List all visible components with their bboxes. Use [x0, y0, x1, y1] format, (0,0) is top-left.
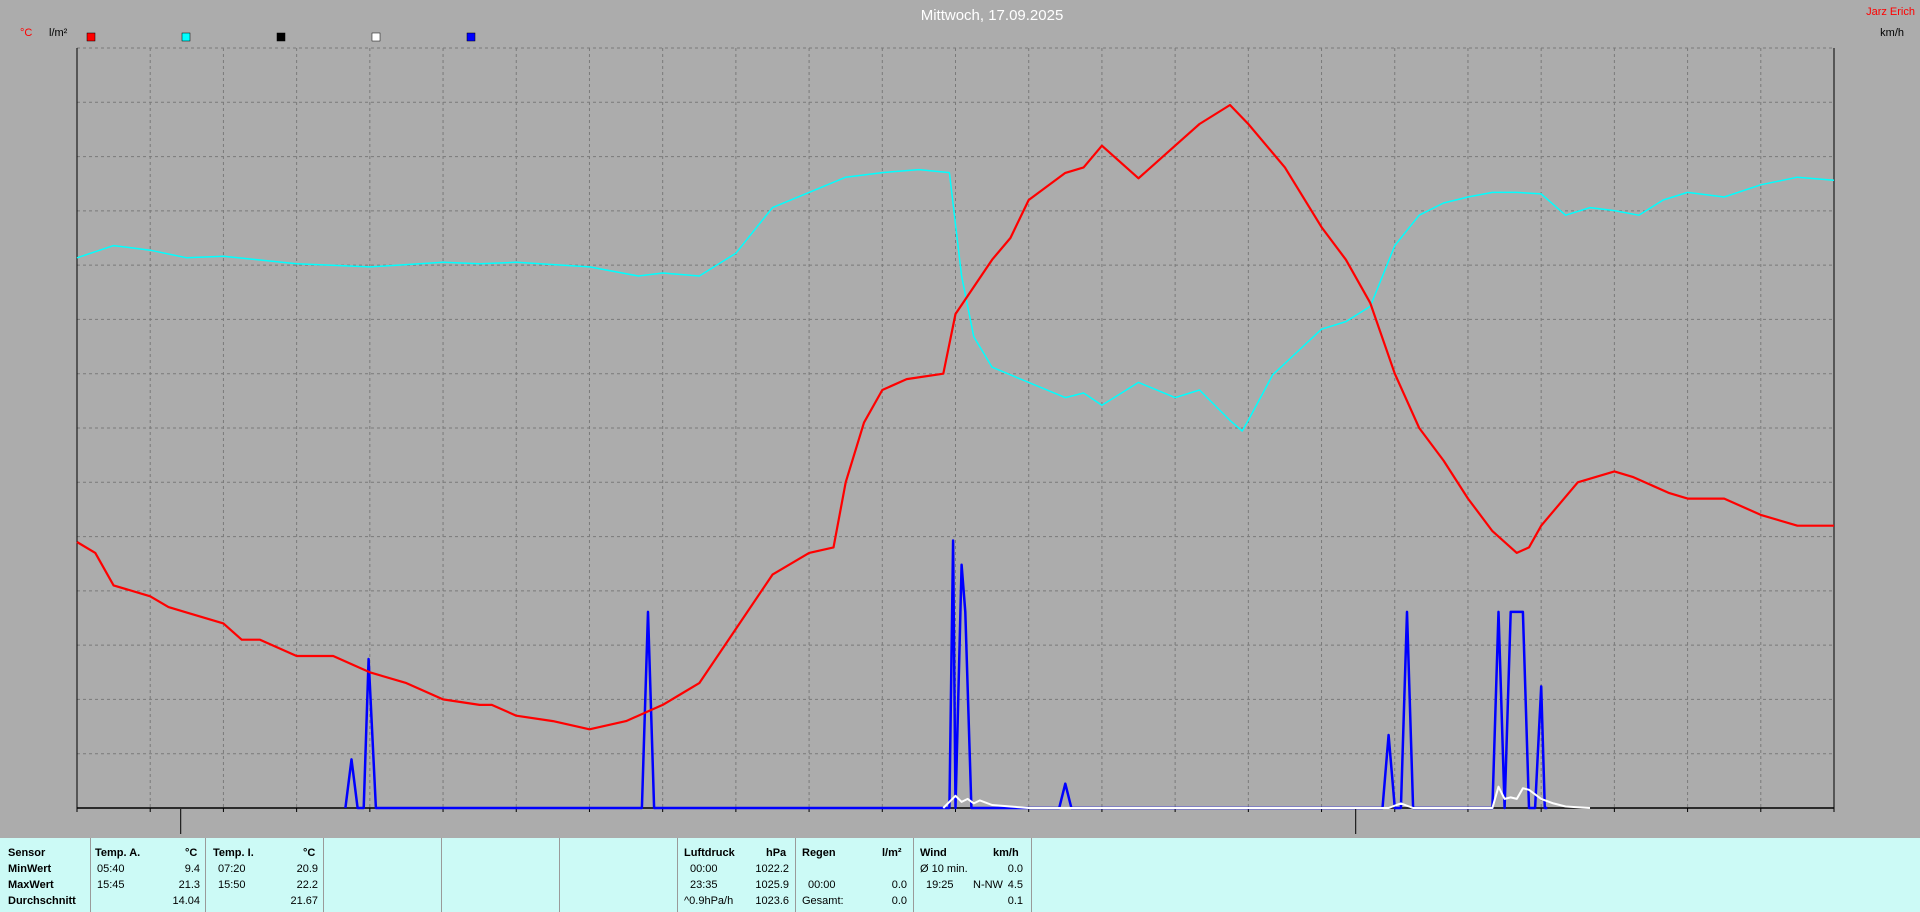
- legend-swatch: [466, 32, 476, 42]
- sensor-label: Sensor: [8, 847, 46, 859]
- legend-swatch: [86, 32, 96, 42]
- pressure-avg: 1023.6: [755, 895, 789, 907]
- rain-total-label: Gesamt:: [802, 895, 844, 907]
- wind-gust-line: [344, 539, 1548, 810]
- pressure-max-time: 23:35: [690, 879, 718, 891]
- sun-markers: [180, 809, 1357, 834]
- temp-i-max-val: 22.2: [296, 879, 318, 891]
- pressure-trend: ^0.9hPa/h: [684, 895, 734, 907]
- wind-unit: km/h: [993, 847, 1019, 859]
- rain-total: 0.0: [891, 895, 907, 907]
- temp-a-avg: 14.04: [172, 895, 200, 907]
- temp-i-min-time: 07:20: [218, 863, 246, 875]
- temp-i-avg: 21.67: [290, 895, 318, 907]
- wind-avg-label: Ø 10 min.: [920, 863, 968, 875]
- wind-max-val: 4.5: [1007, 879, 1023, 891]
- temp-i-min-val: 20.9: [296, 863, 318, 875]
- legend-swatch: [181, 32, 191, 42]
- min-label: MinWert: [8, 863, 52, 875]
- max-label: MaxWert: [8, 879, 54, 891]
- temp-i-unit: °C: [303, 847, 316, 859]
- chart-title: Mittwoch, 17.09.2025: [921, 7, 1064, 24]
- rain-header: Regen: [802, 847, 836, 859]
- pressure-min-val: 1022.2: [755, 863, 789, 875]
- wind-unit-label: km/h: [1880, 27, 1904, 39]
- rain-unit-label: l/m²: [49, 27, 68, 39]
- pressure-header: Luftdruck: [684, 847, 735, 859]
- rain-unit: l/m²: [882, 847, 902, 859]
- temp-unit-label: °C: [20, 27, 32, 39]
- statistics-table: Sensor MinWert MaxWert Durchschnitt Temp…: [0, 838, 1920, 912]
- rain-min-time: 00:00: [808, 879, 836, 891]
- station-name: Jarz Erich: [1866, 6, 1915, 18]
- avg-label: Durchschnitt: [8, 895, 76, 907]
- temp-i-header: Temp. I.: [213, 847, 254, 859]
- temp-a-unit: °C: [185, 847, 198, 859]
- wind-avg-val: 0.0: [1007, 863, 1023, 875]
- temp-a-header: Temp. A.: [95, 847, 141, 859]
- wind-header: Wind: [920, 847, 947, 859]
- pressure-unit: hPa: [766, 847, 787, 859]
- wind-mean: 0.1: [1007, 895, 1023, 907]
- temp-i-max-time: 15:50: [218, 879, 246, 891]
- chart-legend: [86, 32, 476, 42]
- temp-a-max-time: 15:45: [97, 879, 125, 891]
- rain-min-val: 0.0: [891, 879, 907, 891]
- wind-max-dir: N-NW: [973, 879, 1003, 891]
- weather-chart: Mittwoch, 17.09.2025 Jarz Erich °C l/m² …: [20, 6, 1915, 834]
- temp-a-max-val: 21.3: [178, 879, 200, 891]
- temp-a-min-val: 9.4: [184, 863, 200, 875]
- temp-a-min-time: 05:40: [97, 863, 125, 875]
- legend-swatch: [276, 32, 286, 42]
- pressure-max-val: 1025.9: [755, 879, 789, 891]
- pressure-min-time: 00:00: [690, 863, 718, 875]
- wind-max-time: 19:25: [926, 879, 954, 891]
- legend-swatch: [371, 32, 381, 42]
